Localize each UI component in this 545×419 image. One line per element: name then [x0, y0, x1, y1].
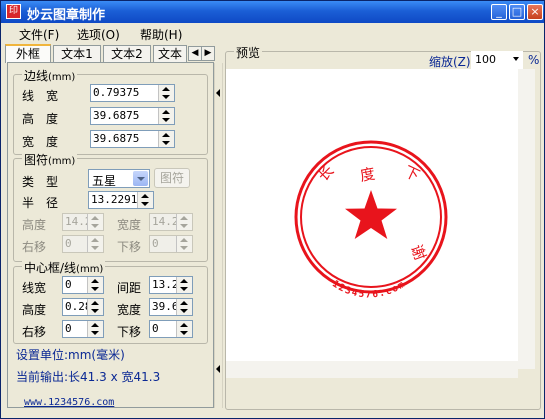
center-width-stepper[interactable]	[176, 299, 192, 315]
border-width-stepper[interactable]	[158, 131, 174, 147]
tab-scroll-left-icon[interactable]: ◀	[188, 46, 202, 61]
border-height-stepper[interactable]	[158, 108, 174, 124]
stamp-preview: 长 度 下 谢 1234576.com	[294, 140, 448, 300]
collapse-left-icon[interactable]	[216, 365, 220, 373]
symbol-width-label: 宽度	[117, 218, 142, 232]
border-width-input[interactable]: 39.6875	[90, 130, 175, 148]
settings-panel: 边线(mm) 线 宽 0.79375 高 度 39.6875 宽 度 39.68…	[7, 62, 214, 408]
center-down-input[interactable]: 0	[149, 320, 193, 338]
center-spacing-input[interactable]: 13.2	[149, 276, 193, 294]
symbol-radius-stepper[interactable]	[137, 192, 153, 208]
preview-legend: 预览	[234, 44, 263, 61]
maximize-button[interactable]: □	[509, 4, 525, 20]
menu-file[interactable]: 文件(F)	[19, 26, 59, 43]
app-stamp-icon[interactable]: 印	[6, 4, 21, 19]
border-height-label: 高 度	[22, 112, 59, 126]
center-spacing-stepper[interactable]	[176, 277, 192, 293]
border-linewidth-label: 线 宽	[22, 89, 59, 103]
center-right-input[interactable]: 0	[62, 320, 104, 338]
title-bar[interactable]: 印 妙云图章制作 _ □ ×	[1, 1, 544, 23]
symbol-group-legend: 图符(mm)	[22, 151, 78, 168]
center-spacing-label: 间距	[117, 281, 142, 295]
window-title: 妙云图章制作	[27, 8, 106, 23]
border-width-label: 宽 度	[22, 135, 59, 149]
symbol-down-input[interactable]: 0	[149, 235, 193, 253]
symbol-width-input[interactable]: 14.2	[149, 213, 193, 231]
symbol-type-label: 类 型	[22, 175, 59, 189]
center-width-label: 宽度	[117, 303, 142, 317]
center-group: 中心框/线(mm) 线宽 0 间距 13.2 高度 0.28 宽度 39.6 右…	[13, 259, 208, 344]
center-down-stepper[interactable]	[176, 321, 192, 337]
stamp-star-icon	[345, 190, 397, 239]
symbol-height-stepper[interactable]	[87, 214, 103, 230]
output-size-text: 当前输出:长41.3 x 宽41.3	[16, 370, 161, 384]
symbol-down-stepper[interactable]	[176, 236, 192, 252]
tab-text2[interactable]: 文本2	[103, 45, 151, 62]
collapse-left-icon[interactable]	[216, 89, 220, 97]
center-right-stepper[interactable]	[87, 321, 103, 337]
tab-outer-frame[interactable]: 外框	[5, 44, 51, 63]
zoom-unit: %	[528, 53, 540, 67]
website-link[interactable]: www.1234576.com	[24, 397, 114, 408]
symbol-picker-button[interactable]: 图符	[154, 168, 190, 188]
center-down-label: 下移	[117, 325, 142, 339]
center-height-input[interactable]: 0.28	[62, 298, 104, 316]
zoom-select[interactable]: 100	[471, 51, 523, 69]
border-group-legend: 边线(mm)	[22, 67, 78, 84]
preview-canvas: 长 度 下 谢 1234576.com	[226, 69, 518, 361]
tab-scroll-right-icon[interactable]: ▶	[201, 46, 215, 61]
menu-help[interactable]: 帮助(H)	[140, 26, 182, 43]
menu-bar: 文件(F) 选项(O) 帮助(H)	[1, 23, 544, 43]
tab-strip: 外框 文本1 文本2 文本 ◀ ▶	[5, 44, 215, 63]
symbol-radius-input[interactable]: 13.2291	[88, 191, 154, 209]
chevron-down-icon[interactable]	[513, 57, 519, 61]
close-button[interactable]: ×	[527, 4, 543, 20]
chevron-down-icon[interactable]	[133, 171, 148, 186]
symbol-width-stepper[interactable]	[176, 214, 192, 230]
stamp-arc-char: 度	[359, 165, 377, 185]
panel-splitter[interactable]	[214, 63, 223, 408]
center-linewidth-input[interactable]: 0	[62, 276, 104, 294]
center-linewidth-stepper[interactable]	[87, 277, 103, 293]
symbol-group: 图符(mm) 类 型 五星 图符 半 径 13.2291 高度 14.2 宽度 …	[13, 151, 208, 262]
minimize-button[interactable]: _	[491, 4, 507, 20]
center-height-label: 高度	[22, 303, 47, 317]
preview-horizontal-scrollbar[interactable]	[226, 361, 518, 378]
symbol-down-label: 下移	[117, 240, 142, 254]
tab-text3[interactable]: 文本	[153, 45, 187, 62]
menu-options[interactable]: 选项(O)	[77, 26, 120, 43]
center-right-label: 右移	[22, 325, 47, 339]
symbol-radius-label: 半 径	[22, 196, 59, 210]
border-group: 边线(mm) 线 宽 0.79375 高 度 39.6875 宽 度 39.68…	[13, 67, 208, 155]
center-width-input[interactable]: 39.6	[149, 298, 193, 316]
symbol-type-select[interactable]: 五星	[88, 169, 150, 188]
symbol-right-input[interactable]: 0	[62, 235, 104, 253]
center-group-legend: 中心框/线(mm)	[22, 259, 106, 276]
preview-vertical-scrollbar[interactable]	[518, 69, 535, 369]
symbol-right-label: 右移	[22, 240, 47, 254]
unit-setting-link[interactable]: 设置单位:mm(毫米)	[16, 346, 125, 363]
center-height-stepper[interactable]	[87, 299, 103, 315]
border-linewidth-input[interactable]: 0.79375	[90, 84, 175, 102]
app-window: 印 妙云图章制作 _ □ × 文件(F) 选项(O) 帮助(H) 外框 文本1 …	[0, 0, 545, 419]
symbol-right-stepper[interactable]	[87, 236, 103, 252]
zoom-label: 缩放(Z)	[429, 55, 471, 69]
tab-text1[interactable]: 文本1	[53, 45, 101, 62]
symbol-height-input[interactable]: 14.2	[62, 213, 104, 231]
border-height-input[interactable]: 39.6875	[90, 107, 175, 125]
center-linewidth-label: 线宽	[22, 281, 47, 295]
border-linewidth-stepper[interactable]	[158, 85, 174, 101]
symbol-height-label: 高度	[22, 218, 47, 232]
